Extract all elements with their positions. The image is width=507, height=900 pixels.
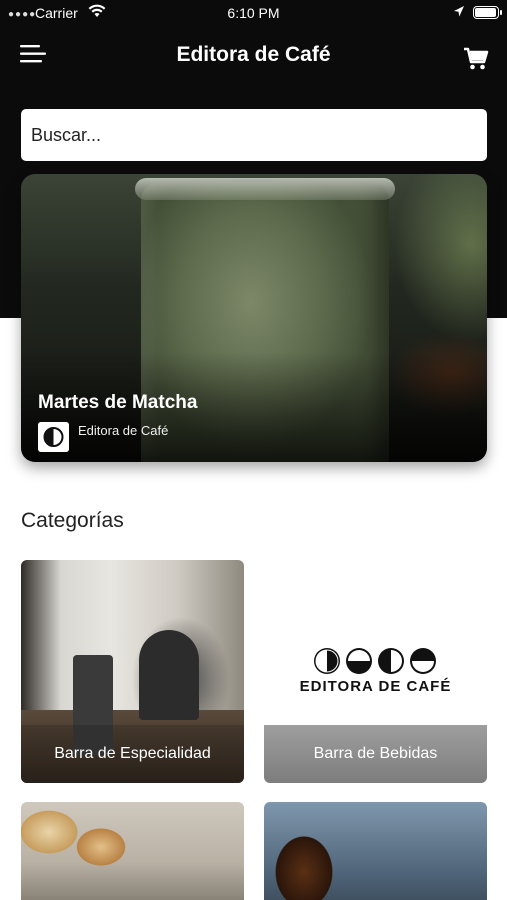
category-card-cold-drinks[interactable]: [264, 802, 487, 900]
category-label: Barra de Bebidas: [264, 725, 487, 783]
featured-author: Editora de Café: [78, 423, 169, 438]
category-card-barra-especialidad[interactable]: Barra de Especialidad: [21, 560, 244, 783]
category-image-barista: [139, 630, 199, 720]
page-title: Editora de Café: [176, 43, 331, 66]
category-label: Barra de Especialidad: [21, 725, 244, 783]
battery-icon: [473, 6, 502, 19]
status-time: 6:10 PM: [227, 5, 280, 21]
publisher-logo-icon: [38, 422, 69, 452]
shopping-cart-icon[interactable]: [462, 46, 490, 72]
brand-logo-icon: [314, 648, 436, 674]
category-card-pastries[interactable]: [21, 802, 244, 900]
brand-wordmark: EDITORA DE CAFÉ: [299, 678, 452, 695]
status-bar: ●●●● Carrier 6:10 PM: [0, 0, 507, 26]
featured-title: Martes de Matcha: [38, 392, 198, 413]
battery-level-fill: [475, 8, 496, 17]
navigation-bar: Editora de Café: [0, 30, 507, 82]
featured-article-card[interactable]: Martes de Matcha Editora de Café: [21, 174, 487, 462]
category-card-barra-bebidas[interactable]: EDITORA DE CAFÉ Barra de Bebidas: [264, 560, 487, 783]
search-input[interactable]: [21, 109, 487, 161]
location-arrow-icon: [454, 6, 464, 17]
categories-heading: Categorías: [21, 509, 124, 532]
